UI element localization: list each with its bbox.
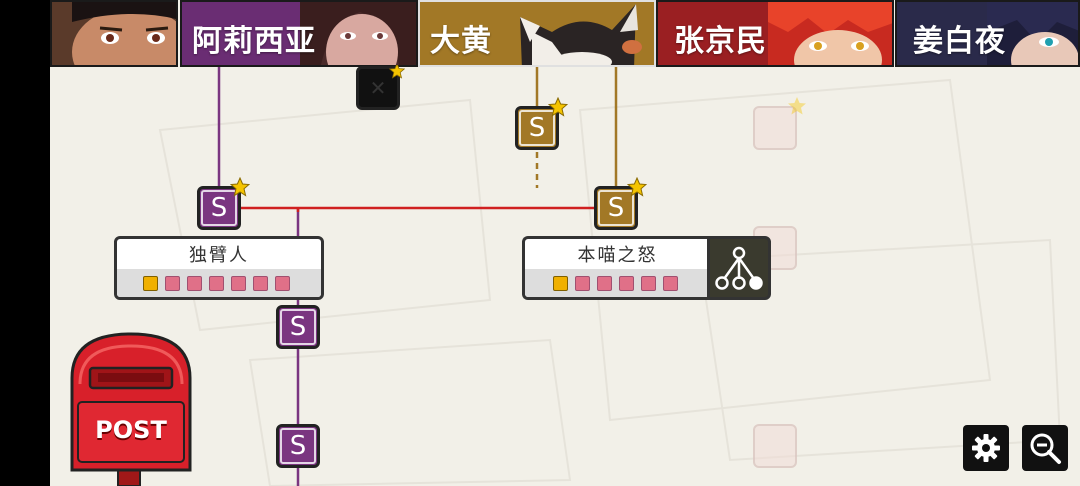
node-label: S <box>289 312 307 342</box>
character-portrait <box>768 2 892 65</box>
progress-square <box>187 275 202 291</box>
progress-square <box>231 275 246 291</box>
character-tab-4[interactable]: 姜白夜 <box>895 0 1080 67</box>
gear-icon <box>972 434 1000 462</box>
cat-portrait <box>520 4 642 65</box>
character-portrait <box>52 2 176 65</box>
star-icon <box>627 177 647 197</box>
story-node-purple[interactable]: S <box>276 305 320 349</box>
character-tab-0[interactable] <box>50 0 178 67</box>
progress-square <box>619 275 634 291</box>
story-card-right[interactable]: 本喵之怒 <box>522 236 710 300</box>
progress-square <box>275 275 290 291</box>
node-label: S <box>607 193 625 223</box>
zoom-out-button[interactable] <box>1022 425 1068 471</box>
character-name: 姜白夜 <box>913 24 1006 59</box>
progress-square <box>253 275 268 291</box>
node-label: S <box>289 431 307 461</box>
star-icon <box>788 97 806 115</box>
node-label: S <box>210 193 228 223</box>
star-icon <box>389 63 405 79</box>
node-label: S <box>528 113 546 143</box>
character-tab-2[interactable]: 大黄 <box>418 0 656 67</box>
locked-node[interactable]: ✕ <box>356 63 405 110</box>
progress-square <box>663 275 678 291</box>
progress-square <box>553 275 568 291</box>
character-name: 大黄 <box>430 24 492 59</box>
story-title: 本喵之怒 <box>577 245 658 266</box>
zoom-out-icon <box>1030 433 1061 464</box>
lock-x-icon: ✕ <box>369 76 387 100</box>
unavailable-node <box>753 424 797 468</box>
progress-square <box>209 275 224 291</box>
story-node-gold-top[interactable]: S <box>515 97 568 150</box>
branch-button[interactable] <box>707 236 771 300</box>
mailbox-label: POST <box>95 416 167 444</box>
post-mailbox[interactable]: POST <box>68 332 194 486</box>
progress-square <box>575 275 590 291</box>
progress-square <box>597 275 612 291</box>
progress-square <box>165 275 180 291</box>
character-name: 阿莉西亚 <box>192 24 316 59</box>
mailbox-icon <box>70 332 192 486</box>
character-portrait <box>300 2 416 65</box>
story-node-purple[interactable]: S <box>276 424 320 468</box>
character-tab-1[interactable]: 阿莉西亚 <box>180 0 418 67</box>
progress-square <box>143 275 158 291</box>
story-node-gold-mid[interactable]: S <box>594 177 647 230</box>
character-name: 张京民 <box>674 24 767 59</box>
star-icon <box>548 97 568 117</box>
progress-squares <box>117 269 321 297</box>
story-title: 独臂人 <box>189 245 249 266</box>
unavailable-node <box>753 97 806 150</box>
progress-squares <box>525 269 710 297</box>
story-card-left[interactable]: 独臂人 <box>114 236 324 300</box>
game-board: 阿莉西亚 大黄 张京民 姜白夜 ✕ S S S 独臂人 本喵之怒 S S POS… <box>50 0 1080 486</box>
settings-button[interactable] <box>963 425 1009 471</box>
progress-square <box>641 275 656 291</box>
branch-tree-icon <box>715 246 763 290</box>
star-icon <box>230 177 250 197</box>
story-node-purple-left[interactable]: S <box>197 177 250 230</box>
character-tab-3[interactable]: 张京民 <box>656 0 894 67</box>
